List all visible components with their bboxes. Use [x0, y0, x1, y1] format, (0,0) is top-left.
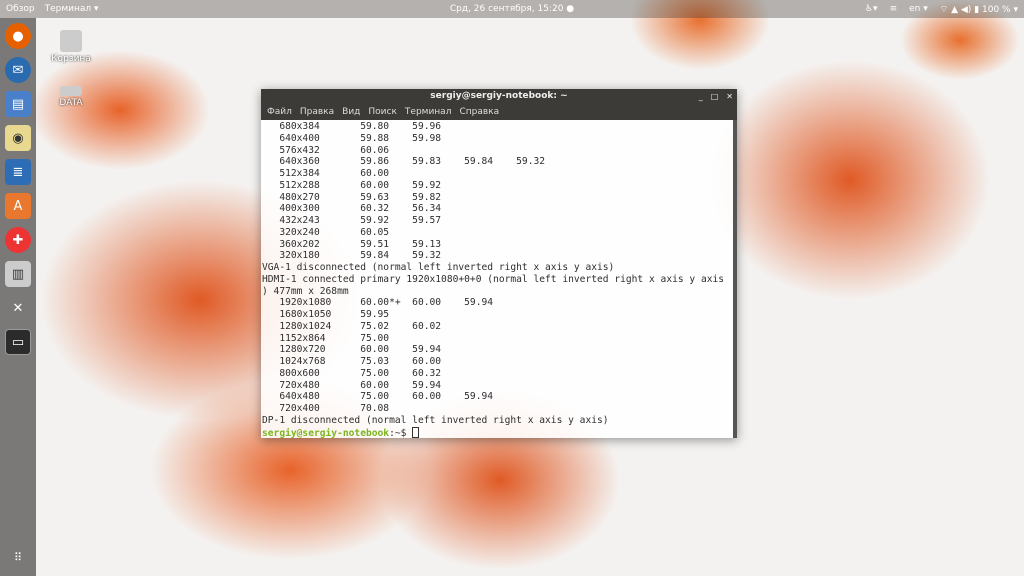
- writer-icon[interactable]: ≣: [5, 159, 31, 185]
- terminal-line: 720x480 60.00 59.94: [262, 379, 442, 391]
- top-bar: Обзор Терминал ▾ Срд, 26 сентября, 15:20…: [0, 0, 1024, 18]
- menu-view[interactable]: Вид: [342, 107, 360, 117]
- terminal-line: VGA-1 disconnected (normal left inverted…: [262, 262, 615, 273]
- help-icon[interactable]: ✚: [5, 227, 31, 253]
- terminal-line: DP-1 disconnected (normal left inverted …: [262, 414, 609, 426]
- terminal-line: 432x243 59.92 59.57: [262, 215, 442, 226]
- battery-level: 100 % ▾: [982, 4, 1018, 15]
- terminal-line: 1280x720 60.00 59.94: [262, 344, 442, 356]
- drive-icon: [60, 86, 82, 96]
- dock: ● ✉ ▤ ◉ ≣ A ✚ ▥ ✕ ▭ ⠿: [0, 18, 36, 576]
- title-bar[interactable]: sergiy@sergiy-notebook: ~ _ □ ✕: [261, 89, 737, 104]
- terminal-line: 400x300 60.32 56.34: [262, 203, 442, 215]
- thunderbird-icon[interactable]: ✉: [5, 57, 31, 83]
- system-menu[interactable]: ⌔ ▲ ◀) ▮ 100 % ▾: [940, 4, 1018, 15]
- desktop-icon-data[interactable]: DATA: [41, 80, 101, 108]
- wifi-icon: ⌔: [939, 4, 949, 15]
- terminal-line: 480x270 59.63 59.82: [262, 191, 442, 203]
- terminal-output[interactable]: 680x384 59.80 59.96 640x400 59.88 59.98 …: [261, 120, 737, 439]
- terminal-line: 512x384 60.00: [262, 168, 390, 179]
- maximize-button[interactable]: □: [711, 89, 719, 104]
- terminal-line: 320x180 59.84 59.32: [262, 250, 442, 262]
- terminal-line: 640x480 75.00 60.00 59.94: [262, 391, 494, 403]
- menu-search[interactable]: Поиск: [368, 107, 397, 117]
- terminal-line: 576x432 60.06: [262, 144, 390, 156]
- minimize-button[interactable]: _: [699, 89, 703, 104]
- terminal-line: 1920x1080 60.00*+ 60.00 59.94: [262, 297, 494, 309]
- close-button[interactable]: ✕: [726, 89, 733, 104]
- terminal-line: HDMI-1 connected primary 1920x1080+0+0 (…: [262, 273, 725, 285]
- scrollbar[interactable]: [733, 120, 737, 438]
- menu-file[interactable]: Файл: [267, 107, 292, 117]
- terminal-line: 640x400 59.88 59.98: [262, 132, 442, 144]
- menu-help[interactable]: Справка: [459, 107, 499, 117]
- data-label: DATA: [59, 98, 83, 108]
- menu-edit[interactable]: Правка: [300, 107, 334, 117]
- terminal-line: 800x600 75.00 60.32: [262, 367, 442, 379]
- terminal-line: ) 477mm x 268mm: [262, 285, 349, 297]
- prompt-path: :~$: [389, 427, 413, 439]
- lock-icon: ▲: [951, 4, 958, 15]
- accessibility-icon[interactable]: ♿▾: [865, 4, 878, 14]
- disks-icon[interactable]: ▥: [5, 261, 31, 287]
- terminal-line: 680x384 59.80 59.96: [262, 121, 442, 132]
- terminal-line: 640x360 59.86 59.83 59.84 59.32: [262, 156, 546, 168]
- terminal-line: 1152x864 75.00: [262, 332, 390, 344]
- trash-label: Корзина: [51, 54, 91, 64]
- terminal-line: 720x400 70.08: [262, 403, 390, 414]
- cursor: [412, 426, 420, 438]
- battery-icon: ▮: [974, 4, 980, 15]
- show-apps-icon[interactable]: ⠿: [5, 544, 31, 570]
- terminal-line: 320x240 60.05: [262, 226, 390, 238]
- menu-terminal[interactable]: Терминал: [405, 107, 452, 117]
- window-title: sergiy@sergiy-notebook: ~: [430, 91, 568, 101]
- keyboard-icon[interactable]: ≡: [890, 4, 898, 14]
- volume-icon: ◀): [960, 4, 972, 15]
- language-selector[interactable]: en ▾: [909, 4, 928, 14]
- settings-icon[interactable]: ✕: [5, 295, 31, 321]
- prompt-user-host: sergiy@sergiy-notebook: [262, 427, 390, 439]
- prompt-line: sergiy@sergiy-notebook:~$: [262, 426, 737, 440]
- terminal-line: 360x202 59.51 59.13: [262, 238, 442, 250]
- rhythmbox-icon[interactable]: ◉: [5, 125, 31, 151]
- terminal-icon[interactable]: ▭: [5, 329, 31, 355]
- firefox-icon[interactable]: ●: [5, 23, 31, 49]
- files-icon[interactable]: ▤: [5, 91, 31, 117]
- trash-icon: [60, 30, 82, 52]
- software-center-icon[interactable]: A: [5, 193, 31, 219]
- menu-bar: Файл Правка Вид Поиск Терминал Справка: [261, 104, 737, 120]
- desktop-icon-trash[interactable]: Корзина: [41, 30, 101, 64]
- terminal-window[interactable]: sergiy@sergiy-notebook: ~ _ □ ✕ Файл Правк…: [261, 89, 737, 439]
- terminal-line: 1680x1050 59.95: [262, 309, 390, 320]
- clock[interactable]: Срд, 26 сентября, 15:20 ●: [450, 4, 574, 14]
- terminal-line: 512x288 60.00 59.92: [262, 179, 442, 191]
- terminal-line: 1024x768 75.03 60.00: [262, 356, 442, 367]
- terminal-line: 1280x1024 75.02 60.02: [262, 320, 442, 332]
